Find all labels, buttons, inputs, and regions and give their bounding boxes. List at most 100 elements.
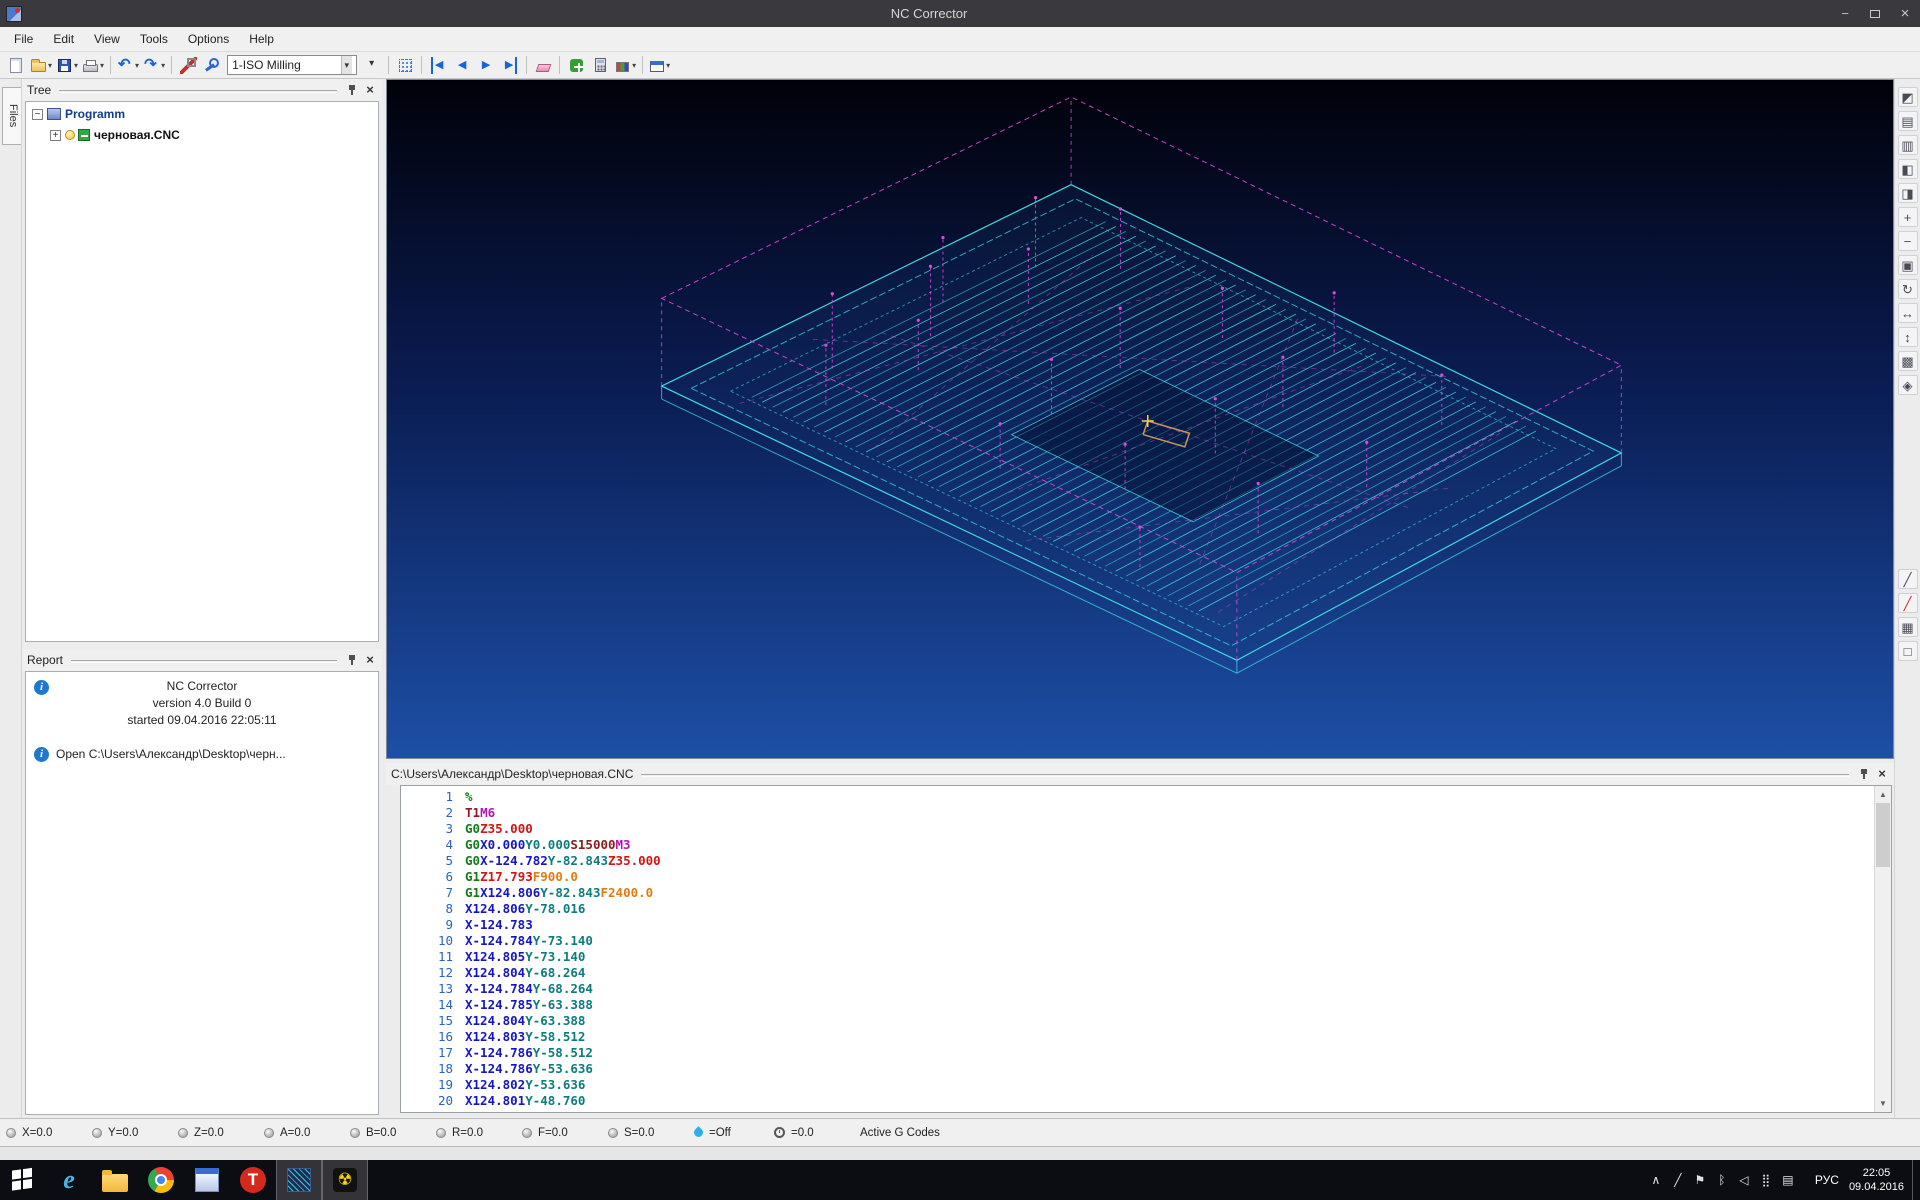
taskbar-chrome[interactable] (138, 1160, 184, 1200)
view-right-icon[interactable]: ◨ (1898, 183, 1918, 203)
zoom-out-icon[interactable]: − (1898, 231, 1918, 251)
eraser-button[interactable] (532, 54, 554, 77)
code-line[interactable]: 6G1Z17.793F900.0 (401, 869, 1874, 885)
close-button[interactable]: × (1890, 0, 1920, 27)
code-line[interactable]: 7G1X124.806Y-82.843F2400.0 (401, 885, 1874, 901)
code-line[interactable]: 15X124.804Y-63.388 (401, 1013, 1874, 1029)
redo-button[interactable]: ▾ (142, 54, 166, 77)
tray-bluetooth-icon[interactable]: ᛒ (1713, 1173, 1731, 1187)
run-button[interactable] (475, 54, 497, 77)
tool-cutter-button[interactable] (177, 54, 199, 77)
report-open-entry[interactable]: Open C:\Users\Александр\Desktop\черн... (26, 745, 378, 761)
tree-item-file[interactable]: + черновая.CNC (26, 126, 378, 144)
code-line[interactable]: 10X-124.784Y-73.140 (401, 933, 1874, 949)
code-line[interactable]: 12X124.804Y-68.264 (401, 965, 1874, 981)
minimize-button[interactable]: − (1830, 0, 1860, 27)
toolpath-canvas[interactable] (387, 80, 1893, 758)
collapse-icon[interactable]: − (32, 109, 43, 120)
maximize-button[interactable] (1860, 0, 1890, 27)
code-line[interactable]: 19X124.802Y-53.636 (401, 1077, 1874, 1093)
zoom-fit-icon[interactable]: ▣ (1898, 255, 1918, 275)
code-line[interactable]: 9X-124.783 (401, 917, 1874, 933)
go-first-button[interactable] (427, 54, 449, 77)
close-button[interactable]: × (363, 83, 377, 97)
wireframe-icon[interactable]: ▩ (1898, 351, 1918, 371)
pin-button[interactable] (1857, 767, 1871, 781)
tool-key-button[interactable] (201, 54, 223, 77)
start-button[interactable] (0, 1160, 46, 1200)
code-line[interactable]: 5G0X-124.782Y-82.843Z35.000 (401, 853, 1874, 869)
pin-button[interactable] (345, 83, 359, 97)
tray-pen-icon[interactable]: ╱ (1669, 1173, 1687, 1187)
taskbar-explorer[interactable] (92, 1160, 138, 1200)
zoom-in-icon[interactable]: + (1898, 207, 1918, 227)
code-line[interactable]: 13X-124.784Y-68.264 (401, 981, 1874, 997)
menu-item-edit[interactable]: Edit (43, 27, 84, 51)
calculator-button[interactable] (589, 54, 611, 77)
code-line[interactable]: 20X124.801Y-48.760 (401, 1093, 1874, 1109)
code-scrollbar[interactable]: ▲ ▼ (1874, 786, 1891, 1112)
code-line[interactable]: 8X124.806Y-78.016 (401, 901, 1874, 917)
combo-list-button[interactable] (361, 54, 383, 77)
grid-settings-button[interactable] (394, 54, 416, 77)
scroll-down-button[interactable]: ▼ (1875, 1095, 1891, 1112)
close-button[interactable]: × (363, 653, 377, 667)
step-back-button[interactable] (451, 54, 473, 77)
pan-view-icon[interactable]: ↔ (1898, 303, 1918, 323)
pin-button[interactable] (345, 653, 359, 667)
open-button[interactable]: ▾ (29, 54, 53, 77)
code-line[interactable]: 1% (401, 789, 1874, 805)
view-left-icon[interactable]: ◧ (1898, 159, 1918, 179)
postprocessor-combo[interactable]: 1-ISO Milling▾ (227, 55, 357, 75)
code-line[interactable]: 18X-124.786Y-53.636 (401, 1061, 1874, 1077)
undo-button[interactable]: ▾ (116, 54, 140, 77)
viewport-3d[interactable] (386, 79, 1894, 759)
close-button[interactable]: × (1875, 767, 1889, 781)
selection-box-icon[interactable]: □ (1898, 641, 1918, 661)
menu-item-options[interactable]: Options (178, 27, 239, 51)
path-color-button[interactable]: ▾ (613, 54, 637, 77)
new-button[interactable] (5, 54, 27, 77)
show-desktop-button[interactable] (1912, 1160, 1920, 1200)
scroll-up-button[interactable]: ▲ (1875, 786, 1891, 803)
language-indicator[interactable]: РУС (1805, 1173, 1849, 1187)
rotate-view-icon[interactable]: ↻ (1898, 279, 1918, 299)
menu-item-view[interactable]: View (84, 27, 130, 51)
scroll-thumb[interactable] (1876, 803, 1890, 867)
edit-path-icon[interactable]: ╱ (1898, 569, 1918, 589)
print-button[interactable]: ▾ (81, 54, 105, 77)
taskbar-ie[interactable]: e (46, 1160, 92, 1200)
edit-path-red-icon[interactable]: ╱ (1898, 593, 1918, 613)
code-line[interactable]: 11X124.805Y-73.140 (401, 949, 1874, 965)
layout-button[interactable]: ▾ (648, 54, 671, 77)
measure-icon[interactable]: ↕ (1898, 327, 1918, 347)
expand-icon[interactable]: + (50, 130, 61, 141)
tray-flag-icon[interactable]: ⚑ (1691, 1173, 1709, 1187)
code-line[interactable]: 2T1M6 (401, 805, 1874, 821)
code-line[interactable]: 3G0Z35.000 (401, 821, 1874, 837)
view-top-icon[interactable]: ▤ (1898, 111, 1918, 131)
taskbar-app-window[interactable] (184, 1160, 230, 1200)
menu-item-tools[interactable]: Tools (130, 27, 178, 51)
save-button[interactable]: ▾ (55, 54, 79, 77)
tray-network-icon[interactable]: ⣿ (1757, 1173, 1775, 1187)
tree-item-programm[interactable]: − Programm (26, 105, 378, 123)
code-line[interactable]: 17X-124.786Y-58.512 (401, 1045, 1874, 1061)
view-iso-icon[interactable]: ◩ (1898, 87, 1918, 107)
view-front-icon[interactable]: ▥ (1898, 135, 1918, 155)
taskbar-nc-corrector[interactable] (276, 1160, 322, 1200)
taskbar-radiation-app[interactable]: ☢ (322, 1160, 368, 1200)
code-line[interactable]: 16X124.803Y-58.512 (401, 1029, 1874, 1045)
snap-grid-icon[interactable]: ▦ (1898, 617, 1918, 637)
code-line[interactable]: 4G0X0.000Y0.000S15000M3 (401, 837, 1874, 853)
simulation-button[interactable] (565, 54, 587, 77)
go-last-button[interactable] (499, 54, 521, 77)
menu-item-help[interactable]: Help (239, 27, 284, 51)
tray-expand-icon[interactable]: ∧ (1647, 1173, 1665, 1187)
code-line[interactable]: 14X-124.785Y-63.388 (401, 997, 1874, 1013)
menu-item-file[interactable]: File (4, 27, 43, 51)
tray-keyboard-icon[interactable]: ▤ (1779, 1173, 1797, 1187)
taskbar-clock[interactable]: 22:05 09.04.2016 (1849, 1166, 1912, 1194)
taskbar-app-red-t[interactable]: T (230, 1160, 276, 1200)
tray-volume-icon[interactable]: ◁ (1735, 1173, 1753, 1187)
